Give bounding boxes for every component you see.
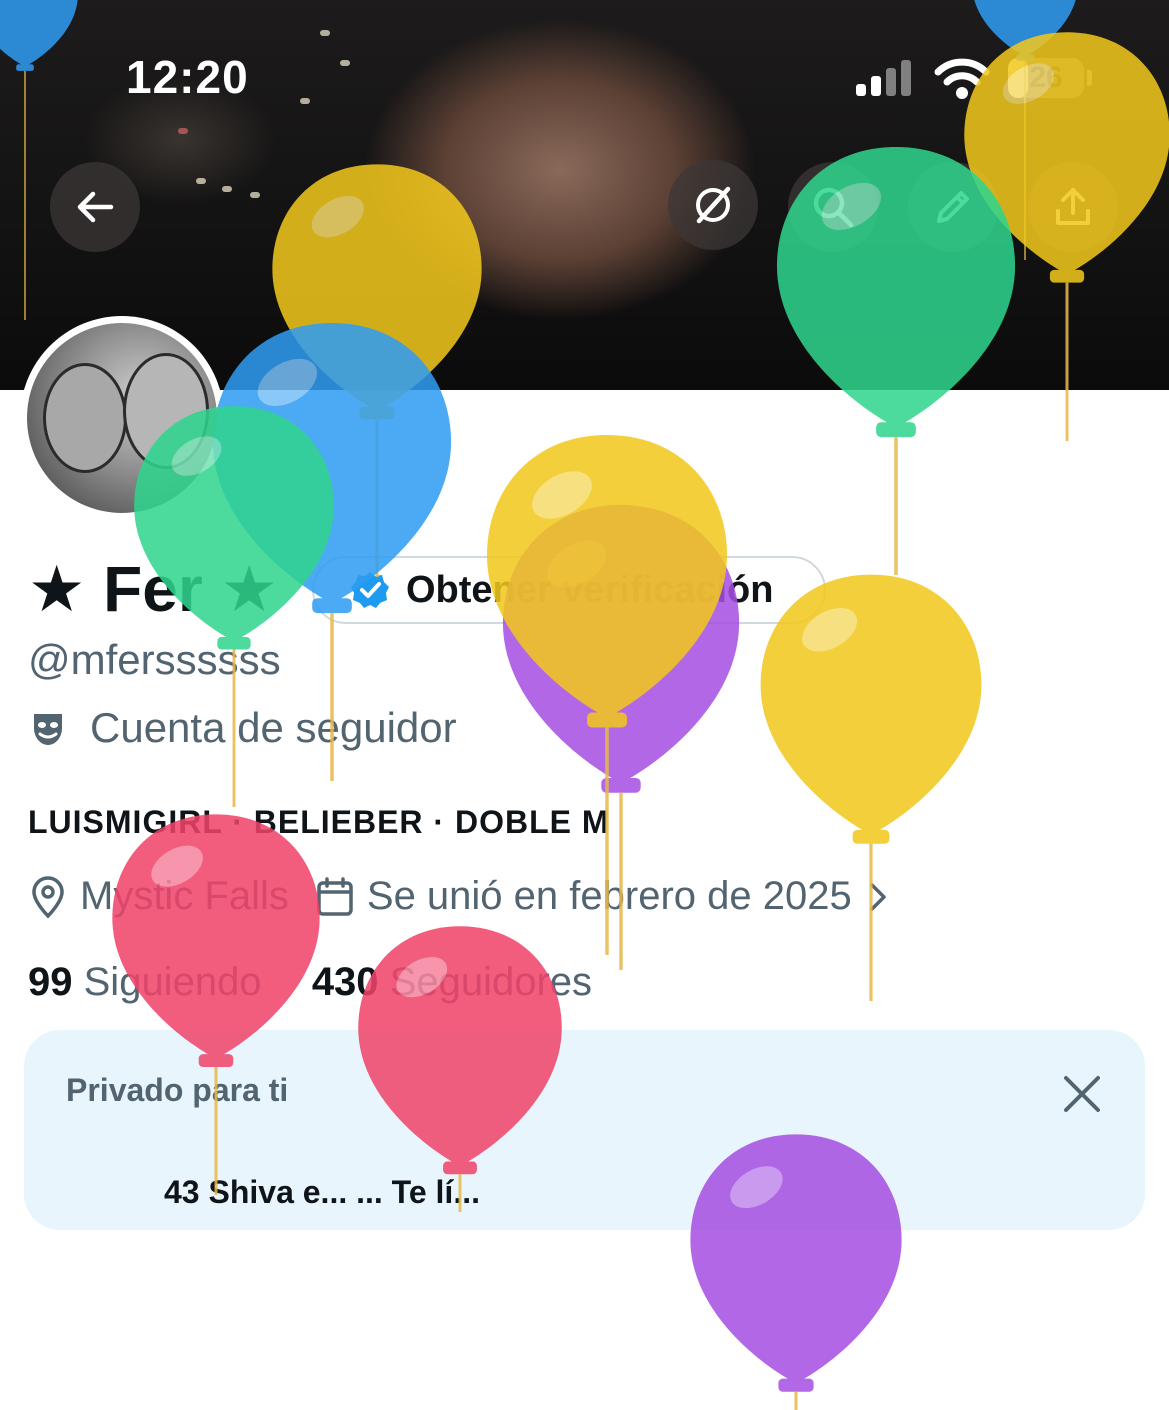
theater-mask-icon: [34, 714, 62, 745]
search-button[interactable]: [788, 162, 878, 252]
get-verified-label: Obtener verificación: [406, 568, 774, 611]
avatar-image: [27, 323, 217, 513]
location-label: Mystic Falls: [80, 874, 289, 918]
location-pin-icon: [32, 875, 64, 918]
city-light: [300, 98, 310, 104]
city-light: [320, 30, 330, 36]
following-label: Siguiendo: [83, 960, 262, 1004]
balloon-yellow: [760, 574, 982, 1002]
followers-label: Seguidores: [389, 960, 593, 1004]
calendar-icon: [317, 876, 353, 916]
display-name: ★ Fer ★: [28, 553, 278, 625]
avatar-face-left: [43, 363, 127, 473]
back-button[interactable]: [50, 162, 140, 252]
share-icon: [1056, 188, 1090, 225]
account-type-label: Cuenta de seguidor: [90, 704, 457, 751]
battery-nub: [1087, 70, 1092, 86]
close-icon[interactable]: [1058, 1070, 1106, 1118]
city-light: [250, 192, 260, 198]
location: Mystic Falls: [28, 874, 289, 919]
followers-count: 430: [311, 960, 379, 1004]
private-for-you-card: Privado para ti 43 Shiva e... ... Te lí.…: [24, 1030, 1145, 1230]
pencil-icon: [937, 191, 969, 223]
battery-icon: 26: [1008, 58, 1084, 98]
edit-button[interactable]: [908, 162, 998, 252]
search-icon: [813, 187, 854, 228]
cellular-signal-icon: [856, 60, 916, 96]
account-type[interactable]: Cuenta de seguidor: [28, 704, 457, 752]
share-button[interactable]: [1028, 162, 1118, 252]
profile-bio: LUISMIGIRL · BELIEBER · DOBLE M: [28, 804, 610, 840]
joined-label: Se unió en febrero de 2025: [366, 874, 852, 918]
private-card-preview: 43 Shiva e... ... Te lí...: [164, 1174, 480, 1210]
chevron-right-icon: [869, 882, 886, 911]
verified-badge-icon: [351, 572, 389, 608]
city-light: [196, 178, 206, 184]
back-arrow-icon: [77, 191, 114, 223]
avatar[interactable]: [20, 316, 224, 520]
followers-link[interactable]: 430 Seguidores: [312, 960, 592, 1004]
get-verified-button[interactable]: Obtener verificación: [312, 556, 826, 624]
following-link[interactable]: 99 Siguiendo: [28, 960, 262, 1004]
city-light: [340, 60, 350, 66]
private-card-title: Privado para ti: [66, 1072, 289, 1108]
status-time: 12:20: [126, 51, 249, 103]
wifi-icon: [934, 58, 990, 99]
grok-slash-icon: [696, 186, 731, 224]
grok-button[interactable]: [668, 160, 758, 250]
profile-handle: @mferssssss: [28, 636, 281, 683]
following-count: 99: [28, 960, 73, 1004]
profile-meta: Mystic Falls Se unió en febrero de 2025: [28, 874, 928, 919]
follow-stats: 99 Siguiendo 430 Seguidores: [28, 960, 592, 1005]
city-light: [222, 186, 232, 192]
avatar-face-right: [123, 353, 209, 469]
battery-percent: 26: [1029, 61, 1063, 94]
city-light: [178, 128, 188, 134]
joined-date[interactable]: Se unió en febrero de 2025: [315, 874, 902, 919]
